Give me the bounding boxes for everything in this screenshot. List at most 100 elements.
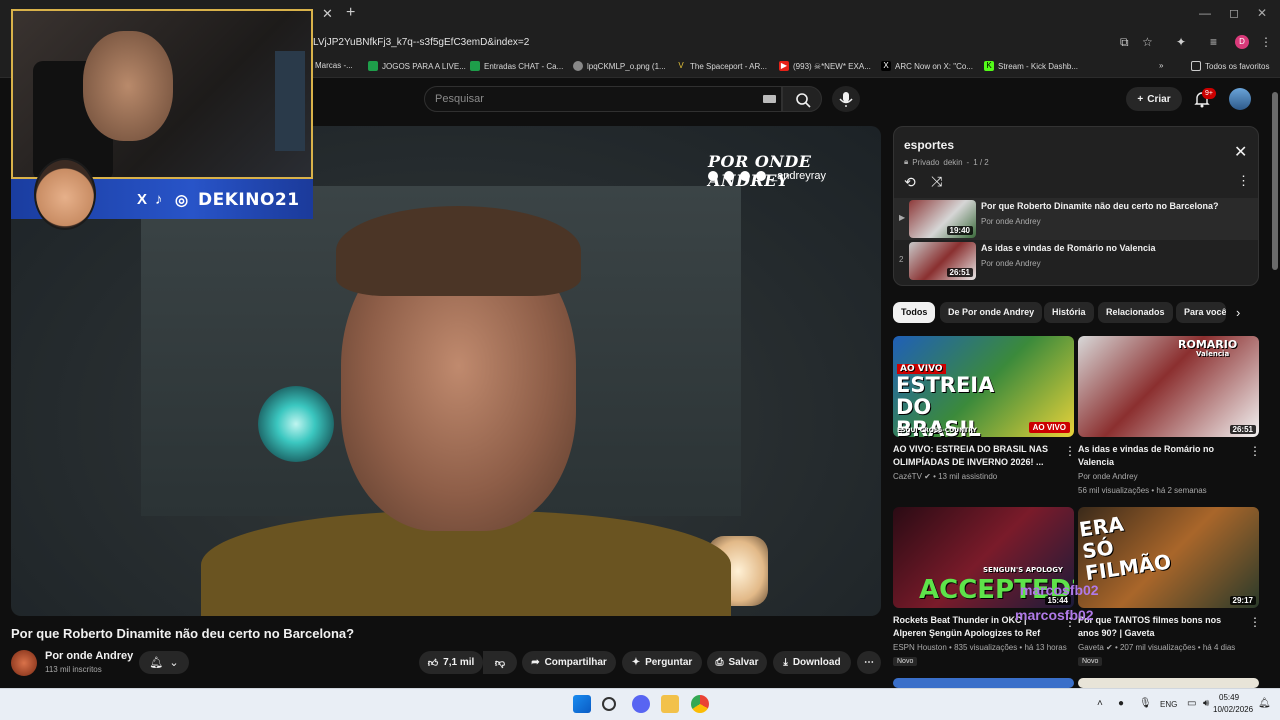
bookmark-item[interactable]: K Stream - Kick Dashb... bbox=[984, 61, 1078, 71]
microphone-icon[interactable]: 🎙︎ bbox=[1139, 698, 1152, 709]
file-explorer-icon[interactable] bbox=[661, 695, 679, 713]
chip-para-voce[interactable]: Para você bbox=[1176, 302, 1226, 323]
playlist-item-thumbnail[interactable]: 19:40 bbox=[909, 200, 976, 238]
shuffle-icon[interactable]: ⤨ bbox=[931, 173, 942, 190]
bookmark-item[interactable]: ▶ (993) ☠*NEW* EXA... bbox=[779, 61, 871, 71]
more-actions-button[interactable]: ⋯ bbox=[857, 651, 881, 674]
cast-icon[interactable]: ⧉ bbox=[1120, 35, 1129, 50]
create-button[interactable]: + Criar bbox=[1126, 87, 1182, 111]
globe-icon bbox=[573, 61, 583, 71]
like-button[interactable]: 👍︎ 7,1 mil bbox=[419, 651, 483, 674]
channel-name[interactable]: Por onde Andrey bbox=[45, 650, 133, 662]
webcam-monitor bbox=[275, 51, 305, 151]
duration-badge: 26:51 bbox=[1229, 425, 1256, 434]
recommendation-channel[interactable]: Gaveta ✔ • 207 mil visualizações • há 4 … bbox=[1078, 643, 1235, 652]
recommendation-title[interactable]: As idas e vindas de Romário no Valencia bbox=[1078, 443, 1243, 469]
more-vertical-icon[interactable]: ⋮ bbox=[1249, 444, 1261, 458]
chip-historia[interactable]: História bbox=[1044, 302, 1094, 323]
chip-relacionados[interactable]: Relacionados bbox=[1098, 302, 1173, 323]
playlist-item-title[interactable]: As idas e vindas de Romário no Valencia bbox=[981, 243, 1156, 253]
bookmark-item[interactable]: Entradas CHAT - Ca... bbox=[470, 61, 563, 71]
recommendation-thumbnail[interactable] bbox=[893, 678, 1074, 688]
volume-icon[interactable]: 🔊︎ bbox=[1203, 698, 1209, 709]
maximize-icon[interactable]: ◻ bbox=[1229, 6, 1239, 20]
bookmark-star-icon[interactable]: ☆ bbox=[1142, 35, 1153, 49]
account-avatar[interactable] bbox=[1229, 88, 1251, 110]
subscription-bell-button[interactable]: 🔔︎ ⌄ bbox=[139, 651, 189, 674]
close-window-icon[interactable]: ✕ bbox=[1257, 6, 1267, 20]
url-text[interactable]: LVjJP2YuBNfkFj3_k7q--s3f5gEfC3emD&index=… bbox=[313, 37, 529, 48]
spaceport-icon: V bbox=[678, 61, 684, 70]
playlist-item-thumbnail[interactable]: 26:51 bbox=[909, 242, 976, 280]
save-button[interactable]: ⎙ Salvar bbox=[707, 651, 767, 674]
playlist-title[interactable]: esportes bbox=[904, 138, 954, 152]
verified-icon: ✔ bbox=[1106, 643, 1113, 652]
bookmark-item[interactable]: lpqCKMLP_o.png (1... bbox=[573, 61, 666, 71]
share-button[interactable]: ➦ Compartilhar bbox=[522, 651, 616, 674]
dislike-button[interactable]: 👎︎ bbox=[483, 651, 517, 674]
playlist-item[interactable]: 2 26:51 As idas e vindas de Romário no V… bbox=[894, 240, 1258, 282]
search-button[interactable] bbox=[782, 86, 822, 112]
ask-button[interactable]: ✦ Perguntar bbox=[622, 651, 702, 674]
recommendation-thumbnail[interactable]: ROMARIO Valencia 26:51 bbox=[1078, 336, 1259, 437]
extensions-icon[interactable]: ✦ bbox=[1176, 35, 1186, 49]
loop-icon[interactable]: ⟲ bbox=[904, 174, 916, 191]
streamer-handle: DEKINO21 bbox=[198, 190, 300, 210]
recommendation-channel[interactable]: Por onde Andrey bbox=[1078, 472, 1138, 481]
channel-avatar[interactable] bbox=[11, 650, 37, 676]
recommendation-title[interactable]: Por que TANTOS filmes bons nos anos 90? … bbox=[1078, 614, 1243, 640]
playlist-item-title[interactable]: Por que Roberto Dinamite não deu certo n… bbox=[981, 201, 1219, 211]
profile-avatar[interactable]: D bbox=[1235, 35, 1249, 49]
bookmark-item[interactable]: V The Spaceport - AR... bbox=[676, 61, 767, 71]
discord-icon[interactable] bbox=[632, 695, 650, 713]
windows-start-icon[interactable] bbox=[573, 695, 591, 713]
chevron-right-icon[interactable]: › bbox=[1236, 305, 1240, 320]
bookmark-item[interactable]: JOGOS PARA A LIVE... bbox=[368, 61, 466, 71]
recommendation-thumbnail[interactable] bbox=[1078, 678, 1259, 688]
tray-overflow-icon[interactable]: ˄ bbox=[1097, 698, 1103, 709]
chrome-icon[interactable] bbox=[691, 695, 709, 713]
chip-channel[interactable]: De Por onde Andrey bbox=[940, 302, 1043, 323]
more-vertical-icon[interactable]: ⋮ bbox=[1237, 173, 1250, 189]
tab-close-icon[interactable]: ✕ bbox=[322, 6, 333, 22]
search-input[interactable] bbox=[435, 93, 735, 105]
clock-date[interactable]: 10/02/2026 bbox=[1213, 705, 1253, 714]
more-vertical-icon[interactable]: ⋮ bbox=[1064, 444, 1076, 458]
more-vertical-icon[interactable]: ⋮ bbox=[1249, 615, 1261, 629]
channel-subscribers: 113 mil inscritos bbox=[45, 665, 102, 674]
recommendation-channel[interactable]: ESPN Houston • 835 visualizações • há 13… bbox=[893, 643, 1067, 652]
new-tab-button[interactable]: + bbox=[346, 4, 355, 22]
close-playlist-icon[interactable]: ✕ bbox=[1234, 142, 1247, 162]
recommendation-title[interactable]: AO VIVO: ESTREIA DO BRASIL NAS OLIMPÍADA… bbox=[893, 443, 1058, 469]
video-title: Por que Roberto Dinamite não deu certo n… bbox=[11, 626, 355, 641]
channel-watermark-handle: _andreyray bbox=[771, 170, 827, 182]
thumbnail-headline: ERA SÓ FILMÃO bbox=[1078, 511, 1173, 586]
recommendation-thumbnail[interactable]: ERA SÓ FILMÃO 29:17 bbox=[1078, 507, 1259, 608]
playlist-item[interactable]: ▶ 19:40 Por que Roberto Dinamite não deu… bbox=[894, 198, 1258, 240]
media-control-icon[interactable]: ≡ bbox=[1210, 35, 1217, 49]
all-bookmarks-folder[interactable]: Todos os favoritos bbox=[1191, 61, 1269, 71]
bookmark-item[interactable]: X ARC Now on X: "Co... bbox=[881, 61, 973, 71]
search-icon[interactable] bbox=[602, 697, 616, 711]
duration-badge: 19:40 bbox=[946, 226, 973, 235]
keyboard-icon[interactable] bbox=[763, 95, 776, 103]
voice-search-button[interactable] bbox=[832, 86, 860, 112]
recommendation-thumbnail[interactable]: AO VIVO ESTREIA DO BRASIL ESQUI CROSS-CO… bbox=[893, 336, 1074, 437]
clock-time[interactable]: 05:49 bbox=[1219, 693, 1239, 702]
scrollbar-thumb[interactable] bbox=[1272, 92, 1278, 270]
language-indicator[interactable]: ENG bbox=[1160, 700, 1177, 709]
recommendation-channel[interactable]: CazéTV ✔ • 13 mil assistindo bbox=[893, 472, 997, 481]
more-horizontal-icon: ⋯ bbox=[864, 657, 874, 668]
chip-todos[interactable]: Todos bbox=[893, 302, 936, 323]
download-button[interactable]: ⤓ Download bbox=[773, 651, 851, 674]
x-logo-icon: X bbox=[137, 191, 148, 208]
search-box[interactable] bbox=[424, 86, 782, 112]
minimize-icon[interactable]: — bbox=[1199, 6, 1211, 20]
tray-app-icon[interactable]: ● bbox=[1118, 698, 1124, 709]
bookmarks-overflow-icon[interactable]: » bbox=[1159, 61, 1163, 70]
network-icon[interactable]: ▭ bbox=[1187, 698, 1196, 709]
bookmark-item[interactable]: Marcas -... bbox=[315, 61, 353, 70]
notification-center-icon[interactable]: 🔔︎ bbox=[1258, 698, 1271, 709]
browser-menu-icon[interactable]: ⋮ bbox=[1260, 35, 1272, 49]
chevron-down-icon: ⌄ bbox=[169, 657, 179, 669]
